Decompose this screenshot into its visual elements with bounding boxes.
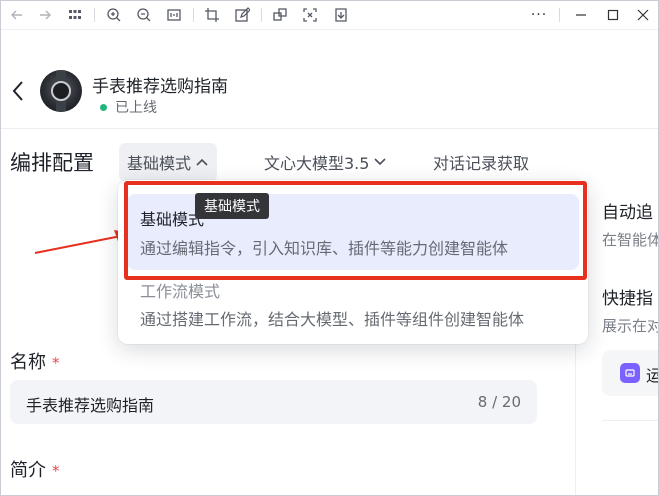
zoom-in-icon[interactable] bbox=[103, 4, 125, 26]
annotation-highlight-box bbox=[124, 181, 587, 280]
shortcut-card-label: 运 bbox=[646, 366, 659, 385]
zoom-out-icon[interactable] bbox=[133, 4, 155, 26]
section-title: 编排配置 bbox=[10, 151, 94, 175]
tab-chat-history[interactable]: 对话记录获取 bbox=[433, 143, 529, 181]
required-mark: * bbox=[52, 354, 60, 372]
required-mark: * bbox=[52, 462, 60, 480]
shortcut-desc: 展示在对 bbox=[602, 317, 659, 335]
tooltip: 基础模式 bbox=[195, 193, 269, 219]
shortcut-heading: 快捷指 bbox=[602, 289, 653, 309]
grid-icon[interactable] bbox=[64, 4, 86, 26]
crop-icon[interactable] bbox=[201, 4, 223, 26]
right-divider bbox=[602, 420, 659, 421]
toolbar-divider bbox=[559, 8, 560, 22]
maximize-icon[interactable] bbox=[602, 4, 624, 26]
back-button[interactable] bbox=[8, 78, 28, 104]
chevron-up-icon bbox=[195, 157, 209, 167]
intro-label-text: 简介 bbox=[10, 460, 46, 481]
toolbar-divider bbox=[193, 8, 194, 22]
edit-icon[interactable] bbox=[231, 4, 253, 26]
status-badge: 已上线 bbox=[100, 97, 157, 117]
copy-icon[interactable] bbox=[269, 4, 291, 26]
auto-follow-heading: 自动追 bbox=[602, 203, 653, 223]
fit-icon[interactable] bbox=[163, 4, 185, 26]
name-label-text: 名称 bbox=[10, 352, 46, 373]
tab-mode-select[interactable]: 基础模式 bbox=[119, 143, 218, 181]
scan-icon[interactable] bbox=[299, 4, 321, 26]
minimize-icon[interactable] bbox=[570, 4, 592, 26]
agent-title: 手表推荐选购指南 bbox=[92, 77, 228, 97]
forward-arrow-icon[interactable] bbox=[34, 4, 56, 26]
name-input-value: 手表推荐选购指南 bbox=[26, 396, 155, 415]
name-field-label: 名称 * bbox=[10, 348, 60, 374]
bot-icon bbox=[620, 363, 640, 383]
tab-label: 文心大模型3.5 bbox=[264, 154, 370, 173]
intro-field-label: 简介 * bbox=[10, 456, 60, 482]
toolbar-divider bbox=[94, 8, 95, 22]
top-toolbar: ··· bbox=[0, 0, 659, 30]
header-divider bbox=[0, 128, 659, 129]
more-icon[interactable]: ··· bbox=[528, 4, 550, 26]
dropdown-option-workflow[interactable]: 工作流模式 通过搭建工作流，结合大模型、插件等组件创建智能体 bbox=[127, 272, 579, 336]
name-input[interactable]: 手表推荐选购指南 8 / 20 bbox=[10, 380, 537, 424]
option-title: 工作流模式 bbox=[140, 282, 221, 301]
chevron-down-icon bbox=[373, 157, 387, 167]
chevron-left-icon bbox=[12, 81, 23, 101]
tab-model-select[interactable]: 文心大模型3.5 bbox=[264, 143, 387, 181]
tab-label: 对话记录获取 bbox=[433, 154, 530, 173]
back-arrow-icon[interactable] bbox=[6, 4, 28, 26]
auto-follow-desc: 在智能体 bbox=[602, 231, 659, 249]
tab-label: 基础模式 bbox=[127, 154, 192, 173]
status-dot-icon bbox=[100, 103, 107, 111]
toolbar-divider bbox=[261, 8, 262, 22]
download-icon[interactable] bbox=[330, 4, 352, 26]
char-count: 8 / 20 bbox=[477, 393, 521, 411]
status-text: 已上线 bbox=[115, 100, 157, 116]
option-desc: 通过搭建工作流，结合大模型、插件等组件创建智能体 bbox=[140, 310, 525, 329]
shortcut-card[interactable]: 运 bbox=[602, 350, 659, 396]
close-icon[interactable] bbox=[632, 4, 654, 26]
avatar bbox=[40, 70, 82, 112]
